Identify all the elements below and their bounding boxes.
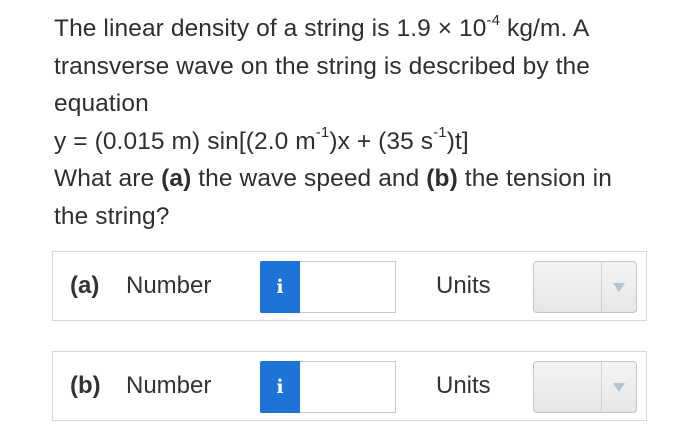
number-input-b[interactable]: [300, 361, 396, 413]
info-glyph: i: [276, 376, 284, 398]
answer-row-a: (a) Number i Units: [52, 251, 647, 321]
question-line-2: transverse wave on the string is describ…: [54, 52, 591, 80]
answer-row-b: (b) Number i Units: [52, 351, 647, 421]
units-dropdown-toggle[interactable]: [601, 262, 636, 312]
question-line-1-text: The linear density of a string is 1.9 × …: [54, 15, 487, 42]
exponent: -1: [433, 124, 447, 142]
exponent: -1: [315, 124, 330, 142]
question-line-6: the string?: [54, 202, 170, 230]
question-line-5-middle: the wave speed and: [191, 165, 427, 192]
number-label: Number: [126, 372, 212, 399]
equation-part-3: )t]: [446, 127, 469, 155]
question-line-1: The linear density of a string is 1.9 × …: [54, 10, 674, 48]
units-select-a[interactable]: [533, 261, 637, 313]
question-line-5: What are (a) the wave speed and (b) the …: [54, 160, 674, 198]
number-input-a[interactable]: [300, 261, 396, 313]
question-line-5-end: the tension in: [457, 165, 612, 192]
info-icon[interactable]: i: [260, 261, 300, 313]
number-label: Number: [126, 272, 212, 299]
question-line-3: equation: [54, 90, 149, 117]
info-glyph: i: [276, 276, 284, 298]
part-label: (a): [70, 272, 100, 299]
units-dropdown-toggle[interactable]: [601, 362, 636, 412]
info-icon[interactable]: i: [260, 361, 300, 413]
units-label: Units: [436, 272, 491, 299]
question-text: The linear density of a string is 1.9 × …: [54, 10, 674, 235]
exponent: -4: [486, 11, 501, 29]
equation-part-2: )x + (35 s: [329, 127, 434, 155]
question-line-5-text: What are: [54, 165, 162, 192]
part-a-tag: (a): [161, 165, 192, 192]
part-label: (b): [70, 372, 101, 399]
equation-part-1: y = (0.015 m) sin[(2.0 m: [54, 127, 316, 155]
units-label: Units: [436, 372, 491, 399]
units-select-b[interactable]: [533, 361, 637, 413]
part-b-tag: (b): [426, 165, 458, 192]
wave-equation: y = (0.015 m) sin[(2.0 m-1)x + (35 s-1)t…: [54, 123, 674, 161]
question-line-1-unit: kg/m. A: [500, 15, 590, 42]
chevron-down-icon: [613, 282, 625, 292]
chevron-down-icon: [613, 382, 625, 392]
